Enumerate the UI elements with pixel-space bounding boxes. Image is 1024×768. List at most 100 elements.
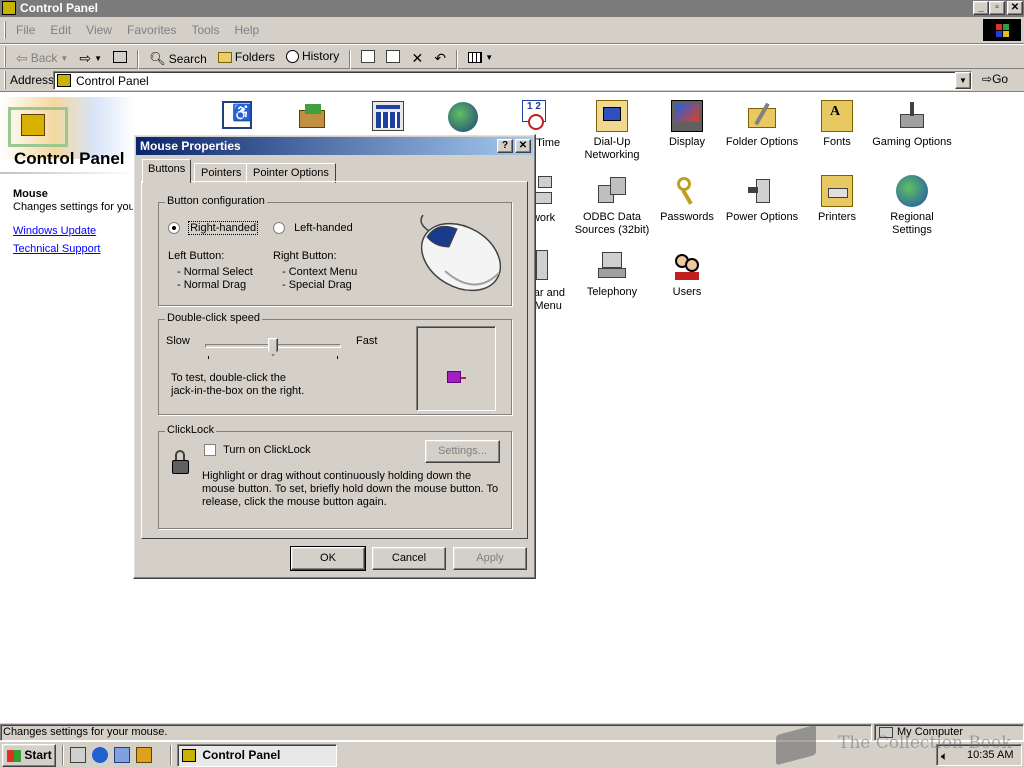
restore-button[interactable]: ▫ xyxy=(989,1,1005,15)
history-icon xyxy=(285,49,299,63)
network-icon[interactable] xyxy=(534,176,554,206)
copy-to-icon xyxy=(386,49,401,63)
left-handed-radio[interactable]: Left-handed xyxy=(273,222,353,235)
undo-icon: ↶ xyxy=(434,49,447,66)
users-item[interactable]: Users xyxy=(647,250,727,299)
search-icon: 🔍︎ xyxy=(149,50,166,66)
forward-button[interactable]: ⇨ ▼ xyxy=(75,47,106,69)
history-button[interactable]: History xyxy=(282,45,343,67)
users-icon xyxy=(671,250,703,282)
clicklock-checkbox-box xyxy=(204,444,216,457)
folders-button[interactable]: Folders xyxy=(214,46,279,68)
speed-slider[interactable] xyxy=(205,338,341,364)
passwords-item[interactable]: Passwords xyxy=(647,175,727,224)
tab-panel: Button configuration Right-handed Left-h… xyxy=(141,181,528,539)
clicklock-description: Highlight or drag without continuously h… xyxy=(202,470,499,508)
telephony-item[interactable]: Telephony xyxy=(572,250,652,299)
go-button[interactable]: ⇨Go xyxy=(982,72,1008,86)
tab-pointers[interactable]: Pointers xyxy=(194,163,249,183)
regional-settings-icon xyxy=(896,175,928,207)
status-text: Changes settings for your mouse. xyxy=(0,724,872,741)
up-folder-button[interactable] xyxy=(109,46,131,68)
help-button[interactable]: ? xyxy=(497,139,513,153)
jack-in-the-box-test-area[interactable] xyxy=(416,326,496,411)
volume-icon[interactable]: 🔈︎ xyxy=(941,749,948,764)
apply-button[interactable]: Apply xyxy=(453,547,527,570)
fonts-icon: A xyxy=(821,100,853,132)
tab-pointer-options[interactable]: Pointer Options xyxy=(246,163,336,183)
button-configuration-group: Button configuration Right-handed Left-h… xyxy=(158,195,512,306)
clock[interactable]: 10:35 AM xyxy=(967,749,1013,761)
system-tray: 🔈︎ 10:35 AM xyxy=(936,744,1022,766)
start-button[interactable]: Start xyxy=(2,744,56,767)
accessibility-options-icon[interactable]: ♿ xyxy=(222,101,252,129)
status-bar: Changes settings for your mouse. My Comp… xyxy=(0,722,1024,741)
windows-logo-icon xyxy=(983,19,1021,41)
dial-up-networking-item[interactable]: Dial-Up Networking xyxy=(572,100,652,162)
button-configuration-label: Button configuration xyxy=(165,195,267,207)
copy-to-button[interactable] xyxy=(382,45,404,67)
regional-settings-item[interactable]: Regional Settings xyxy=(872,175,952,237)
media-player-icon[interactable] xyxy=(136,747,153,763)
views-button[interactable]: ▼ xyxy=(464,46,497,68)
date-time-icon[interactable]: 1 2 xyxy=(520,100,550,132)
menu-file[interactable]: File xyxy=(10,19,41,41)
odbc-data-sources-item[interactable]: ODBC Data Sources (32bit) xyxy=(572,175,652,237)
delete-icon: ✕ xyxy=(411,49,424,66)
dial-up-networking-icon xyxy=(596,100,628,132)
internet-explorer-icon[interactable] xyxy=(92,747,109,763)
folder-options-item[interactable]: Folder Options xyxy=(722,100,802,149)
window-title: Control Panel xyxy=(20,1,99,15)
undo-button[interactable]: ↶ xyxy=(430,47,450,69)
minimize-button[interactable]: _ xyxy=(973,1,989,15)
taskbar-control-panel-button[interactable]: Control Panel xyxy=(177,744,337,767)
delete-button[interactable]: ✕ xyxy=(408,47,428,69)
speed-slider-thumb[interactable] xyxy=(268,338,278,356)
left-handed-radio-dot xyxy=(273,222,285,235)
tab-buttons[interactable]: Buttons xyxy=(142,159,192,183)
add-new-hardware-icon[interactable] xyxy=(372,101,404,131)
double-click-test-text: To test, double-click the jack-in-the-bo… xyxy=(171,372,305,397)
add-remove-programs-icon[interactable] xyxy=(297,102,327,130)
show-desktop-icon[interactable] xyxy=(70,747,86,763)
technical-support-link[interactable]: Technical Support xyxy=(13,243,100,255)
menu-tools[interactable]: Tools xyxy=(185,19,225,41)
tab-strip: Buttons Pointers Pointer Options xyxy=(140,159,530,183)
mouse-properties-dialog: Mouse Properties ? ✕ Buttons Pointers Po… xyxy=(133,134,536,579)
address-folder-icon xyxy=(57,74,71,87)
folders-icon xyxy=(217,51,232,63)
outlook-express-icon[interactable] xyxy=(114,747,131,763)
status-zone: My Computer xyxy=(874,724,1024,741)
back-button[interactable]: ⇦ Back ▼ xyxy=(12,47,72,69)
clicklock-checkbox[interactable]: Turn on ClickLock xyxy=(204,444,311,457)
right-handed-radio[interactable]: Right-handed xyxy=(168,221,259,235)
fast-label: Fast xyxy=(356,335,378,347)
address-input[interactable]: Control Panel ▼ xyxy=(53,71,972,90)
clicklock-settings-button[interactable]: Settings... xyxy=(425,440,500,463)
move-to-button[interactable] xyxy=(357,45,379,67)
right-button-item: - Special Drag xyxy=(282,279,352,291)
control-panel-large-icon xyxy=(8,107,68,147)
menu-view[interactable]: View xyxy=(80,19,118,41)
internet-options-icon[interactable] xyxy=(448,102,478,132)
printers-item[interactable]: Printers xyxy=(797,175,877,224)
search-button[interactable]: 🔍︎ Search xyxy=(145,48,211,70)
address-dropdown-button[interactable]: ▼ xyxy=(955,72,971,89)
windows-update-link[interactable]: Windows Update xyxy=(13,225,96,237)
ok-button[interactable]: OK xyxy=(290,546,366,571)
cancel-button[interactable]: Cancel xyxy=(372,547,446,570)
power-options-item[interactable]: Power Options xyxy=(722,175,802,224)
dialog-titlebar[interactable]: Mouse Properties ? ✕ xyxy=(136,137,533,155)
menu-favorites[interactable]: Favorites xyxy=(121,19,182,41)
close-button[interactable]: ✕ xyxy=(1007,1,1023,15)
menu-help[interactable]: Help xyxy=(229,19,266,41)
gaming-options-item[interactable]: Gaming Options xyxy=(872,100,952,149)
window-titlebar[interactable]: Control Panel _ ▫ ✕ xyxy=(0,0,1024,17)
control-panel-icon xyxy=(2,1,16,15)
fonts-item[interactable]: A Fonts xyxy=(797,100,877,149)
display-item[interactable]: Display xyxy=(647,100,727,149)
menu-edit[interactable]: Edit xyxy=(44,19,77,41)
taskbar-and-start-menu-icon[interactable] xyxy=(536,250,548,280)
dialog-close-button[interactable]: ✕ xyxy=(515,139,531,153)
move-to-icon xyxy=(361,49,376,63)
